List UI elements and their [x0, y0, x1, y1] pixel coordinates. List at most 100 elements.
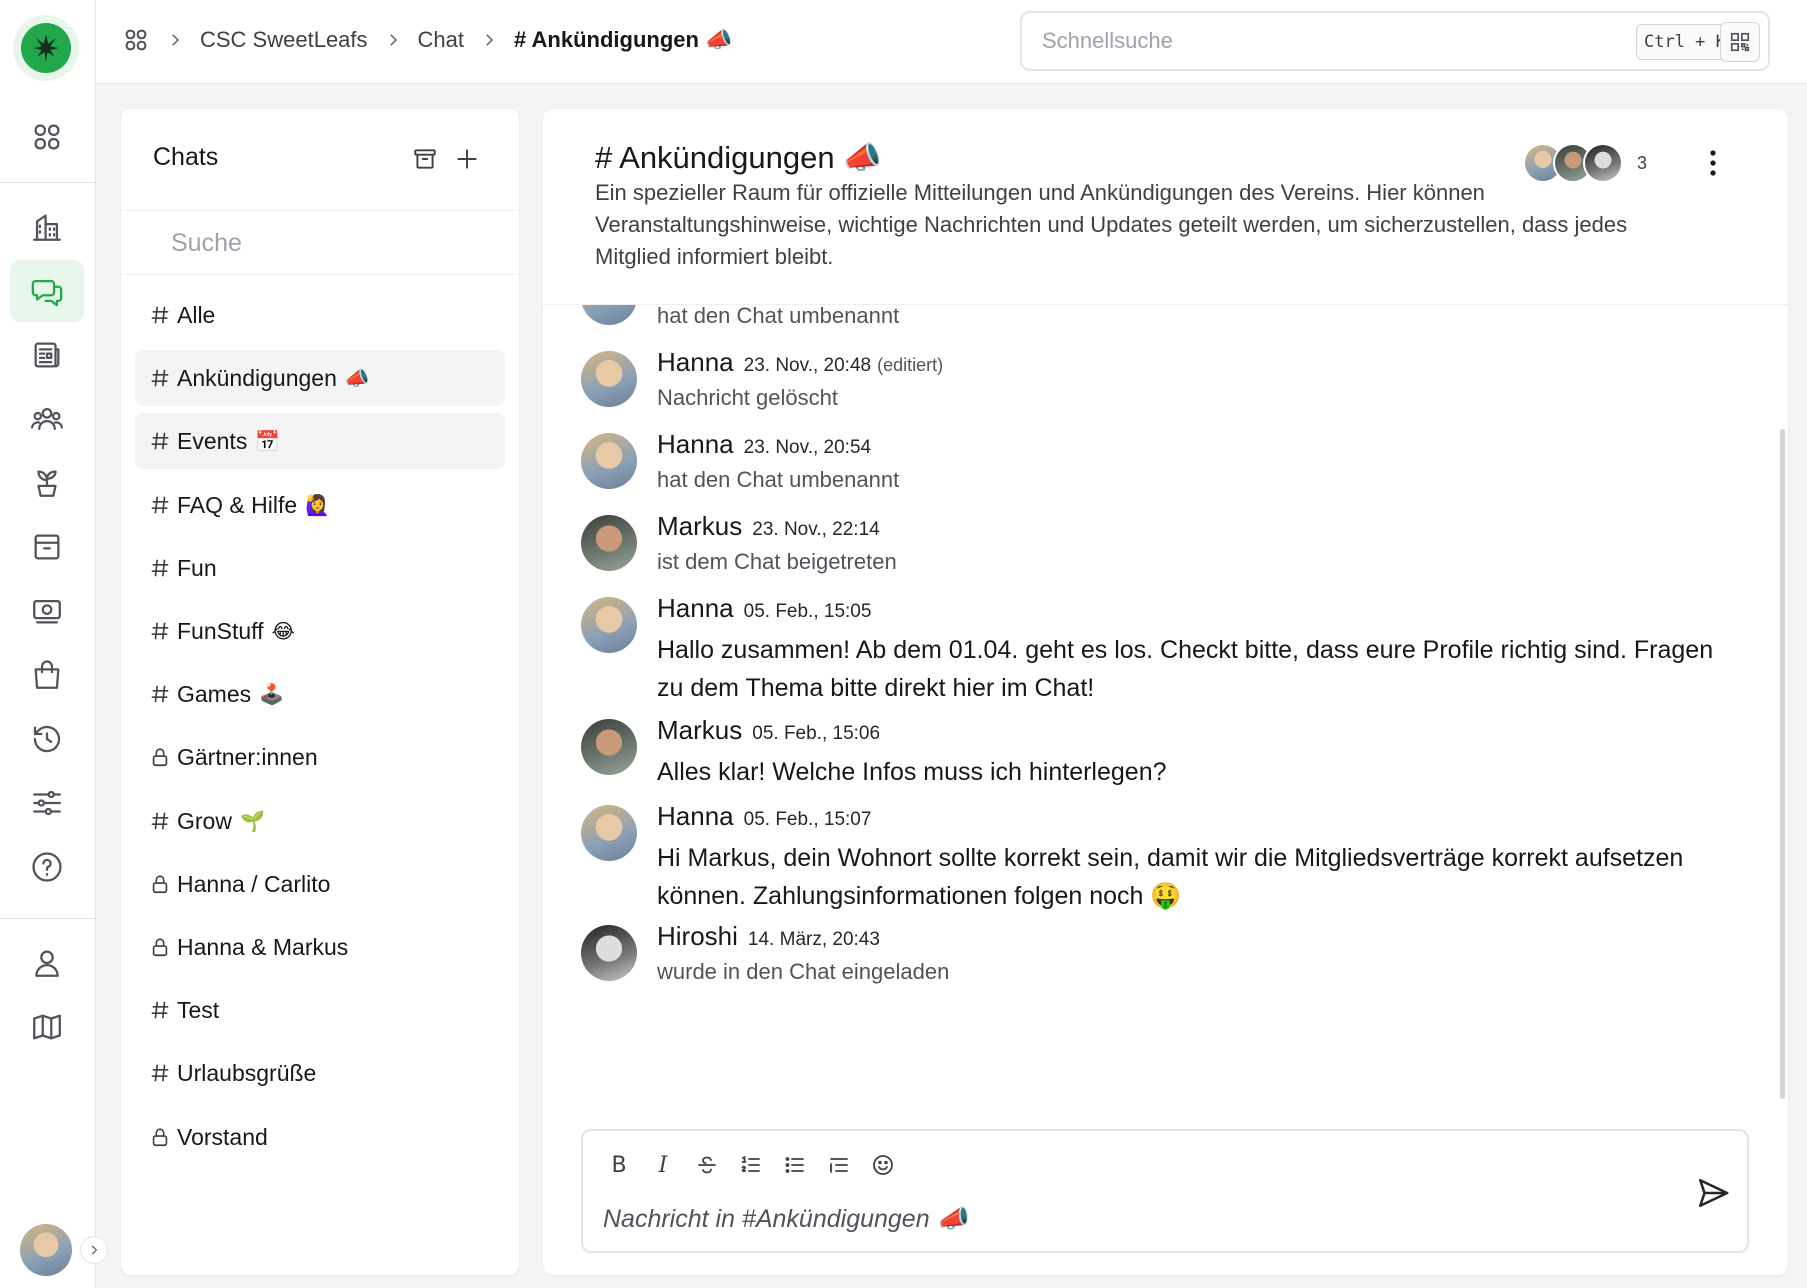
map-icon[interactable] — [10, 996, 84, 1058]
breadcrumb-current: # Ankündigungen 📣 — [514, 27, 733, 52]
dashboard-grid-icon[interactable] — [10, 106, 84, 168]
chat-item[interactable]: Fun — [135, 540, 505, 596]
history-icon[interactable] — [10, 708, 84, 770]
sliders-icon[interactable] — [10, 772, 84, 834]
author-avatar[interactable] — [581, 515, 637, 571]
author-avatar[interactable] — [581, 433, 637, 489]
chat-item[interactable]: Gärtner:innen — [135, 729, 505, 785]
author-name[interactable]: Markus — [657, 715, 742, 745]
bold-label: B — [611, 1152, 627, 1178]
message-input[interactable] — [603, 1201, 1603, 1237]
chat-item[interactable]: Hanna & Markus — [135, 919, 505, 975]
home-grid-icon[interactable] — [122, 26, 150, 54]
chat-item-label: Grow — [177, 807, 232, 834]
chat-item-label: Fun — [177, 554, 217, 581]
chat-item-label: FunStuff — [177, 617, 264, 644]
chat-item[interactable]: Urlaubsgrüße — [135, 1045, 505, 1101]
qr-code-icon — [1730, 32, 1750, 52]
message-header: Hanna 23. Nov., 20:48 (editiert) — [657, 347, 943, 378]
channel-menu-button[interactable] — [1695, 145, 1731, 181]
chat-item[interactable]: Events 📅 — [135, 413, 505, 469]
chat-item-label: Games — [177, 680, 252, 707]
channel-members[interactable]: 3 — [1523, 143, 1647, 183]
shopping-bag-icon[interactable] — [10, 644, 84, 706]
money-icon[interactable] — [10, 580, 84, 642]
system-message-text: hat den Chat umbenannt — [657, 467, 900, 492]
italic-label: I — [658, 1152, 668, 1178]
chat-item[interactable]: Alle — [135, 287, 505, 343]
italic-button[interactable]: I — [645, 1147, 681, 1183]
author-avatar[interactable] — [581, 925, 637, 981]
strikethrough-button[interactable] — [689, 1147, 725, 1183]
author-avatar[interactable] — [581, 305, 637, 325]
help-icon[interactable] — [10, 836, 84, 898]
members-group-icon[interactable] — [10, 388, 84, 450]
qr-code-button[interactable] — [1720, 22, 1760, 62]
chat-item[interactable]: Grow 🌱 — [135, 793, 505, 849]
current-user-avatar[interactable] — [20, 1224, 72, 1276]
lock-icon — [149, 1125, 177, 1149]
hash-icon — [149, 303, 177, 327]
chat-list-panel: Chats Alle Ankündigungen 📣 Events 📅 FAQ & Hil… — [121, 109, 519, 1275]
archive-chats-button[interactable] — [409, 143, 441, 175]
author-name[interactable]: Hanna — [657, 593, 734, 623]
chat-item-emoji: 📅 — [255, 429, 281, 453]
author-name[interactable]: Hanna — [657, 801, 734, 831]
indent-list-button[interactable] — [821, 1147, 857, 1183]
chat-item[interactable]: Vorstand — [135, 1109, 505, 1165]
chat-item[interactable]: Games 🕹️ — [135, 666, 505, 722]
chat-item[interactable]: Hanna / Carlito — [135, 856, 505, 912]
chat-item-emoji: 🕹️ — [259, 682, 285, 706]
author-avatar[interactable] — [581, 805, 637, 861]
message-header: Hanna 23. Nov., 20:54 — [657, 429, 871, 460]
message-time: 23. Nov., 22:14 — [752, 519, 880, 540]
message-header: Hiroshi 14. März, 20:43 — [657, 921, 880, 952]
message-time: 05. Feb., 15:07 — [743, 809, 872, 830]
strikethrough-icon — [698, 1156, 716, 1174]
new-chat-button[interactable] — [451, 143, 483, 175]
chat-list-header: Chats — [121, 109, 519, 211]
author-avatar[interactable] — [581, 719, 637, 775]
message-scrollbar[interactable] — [1780, 429, 1785, 1099]
chat-item[interactable]: Ankündigungen 📣 — [135, 350, 505, 406]
chat-search — [121, 211, 519, 275]
breadcrumb-section[interactable]: Chat — [418, 27, 464, 53]
author-avatar[interactable] — [581, 351, 637, 407]
chat-bubbles-icon[interactable] — [10, 260, 84, 322]
buildings-icon[interactable] — [10, 196, 84, 258]
author-name[interactable]: Hanna — [657, 429, 734, 459]
ordered-list-button[interactable] — [733, 1147, 769, 1183]
hash-icon — [149, 809, 177, 833]
hash-icon — [149, 429, 177, 453]
bold-button[interactable]: B — [601, 1147, 637, 1183]
message-time: 23. Nov., 20:48 — [743, 355, 872, 376]
channel-title: # Ankündigungen 📣 — [595, 140, 882, 175]
author-name[interactable]: Hiroshi — [657, 921, 738, 951]
lock-icon — [149, 745, 177, 769]
expand-rail-button[interactable] — [80, 1236, 108, 1264]
emoji-button[interactable] — [865, 1147, 901, 1183]
chat-search-input[interactable] — [171, 225, 491, 261]
archive-box-icon[interactable] — [10, 516, 84, 578]
author-avatar[interactable] — [581, 597, 637, 653]
plant-icon[interactable] — [10, 452, 84, 514]
author-name[interactable]: Hanna — [657, 347, 734, 377]
member-count: 3 — [1637, 152, 1648, 173]
author-name[interactable]: Markus — [657, 511, 742, 541]
hash-icon — [149, 682, 177, 706]
chat-item[interactable]: FunStuff 😂 — [135, 603, 505, 659]
user-profile-icon[interactable] — [10, 932, 84, 994]
chat-item-emoji: 🌱 — [239, 809, 265, 833]
bullet-list-button[interactable] — [777, 1147, 813, 1183]
message-time: 05. Feb., 15:06 — [752, 723, 881, 744]
quick-search-input[interactable] — [1042, 25, 1602, 57]
chat-item-label: Test — [177, 996, 220, 1023]
breadcrumb-org[interactable]: CSC SweetLeafs — [200, 27, 368, 53]
edited-label: (editiert) — [877, 355, 944, 375]
send-button[interactable] — [1691, 1171, 1735, 1215]
app-logo[interactable] — [13, 15, 79, 81]
newspaper-icon[interactable] — [10, 324, 84, 386]
chat-item[interactable]: Test — [135, 982, 505, 1038]
chat-item-label: Vorstand — [177, 1123, 268, 1150]
chat-item[interactable]: FAQ & Hilfe 🙋‍♀️ — [135, 477, 505, 533]
